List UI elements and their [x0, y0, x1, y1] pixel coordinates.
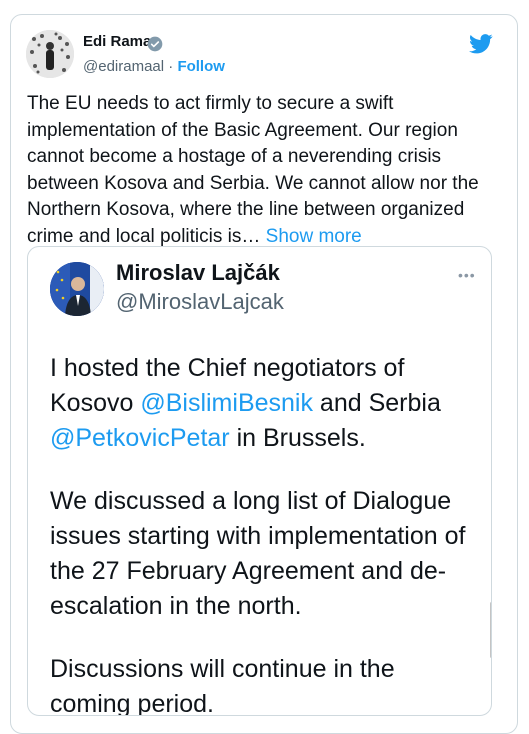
author-handle[interactable]: @ediramaal [83, 58, 164, 75]
tweet-body: The EU needs to act firmly to secure a s… [27, 93, 479, 247]
embedded-author-name: Miroslav Lajčák [116, 260, 280, 285]
mention-petkovic: @PetkovicPetar [50, 424, 230, 452]
more-icon: ••• [458, 267, 476, 283]
embedded-author-handle: @MiroslavLajcak [116, 289, 284, 314]
tweet-text: The EU needs to act firmly to secure a s… [27, 91, 497, 250]
embedded-text-part: and Serbia [312, 389, 441, 417]
mention-bislimi: @BislimiBesnik [140, 389, 313, 417]
embedded-author-avatar [50, 262, 104, 316]
follow-button[interactable]: Follow [177, 58, 225, 75]
author-avatar[interactable] [26, 30, 74, 78]
embedded-paragraph-2: We discussed a long list of Dialogue iss… [50, 487, 466, 620]
embedded-paragraph-3: Discussions will continue in the coming … [50, 655, 395, 716]
show-more-link[interactable]: Show more [266, 226, 362, 247]
separator: · [164, 58, 178, 75]
embedded-tweet-image[interactable]: Miroslav Lajčák @MiroslavLajcak ••• I ho… [27, 246, 492, 716]
verified-badge-icon [147, 36, 163, 57]
author-name[interactable]: Edi Rama [83, 33, 151, 50]
embedded-text-part: in Brussels. [229, 424, 366, 452]
embedded-scrollbar[interactable] [490, 602, 491, 658]
twitter-bird-icon[interactable] [469, 33, 493, 60]
embedded-tweet-text: I hosted the Chief negotiators of Kosovo… [50, 351, 480, 716]
handle-row: @ediramaal · Follow [83, 58, 225, 75]
embedded-paragraph-1: I hosted the Chief negotiators of Kosovo… [50, 351, 480, 456]
